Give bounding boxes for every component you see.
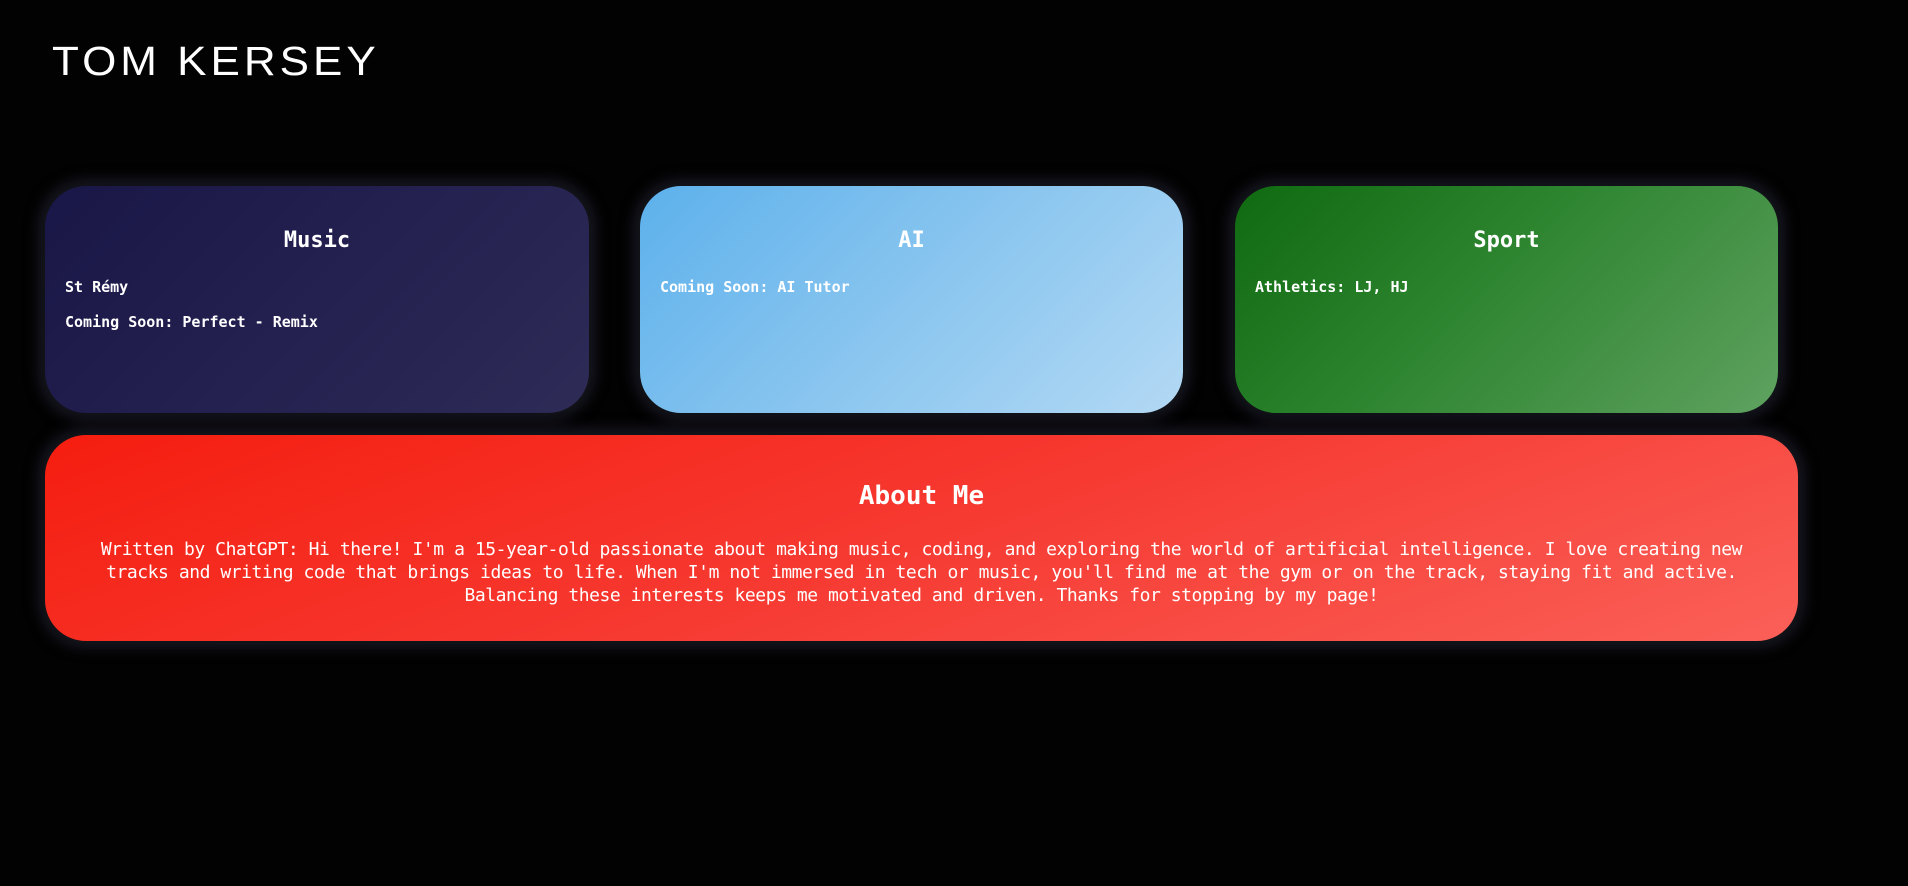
about-title: About Me <box>858 481 985 511</box>
about-card: About Me Written by ChatGPT: Hi there! I… <box>42 432 1801 644</box>
music-card-title: Music <box>283 228 351 253</box>
ai-card-list: Coming Soon: AI Tutor <box>660 278 850 313</box>
page: TOM KERSEY Music St Rémy Coming Soon: Pe… <box>0 0 1908 886</box>
music-item-perfect-remix: Coming Soon: Perfect - Remix <box>65 313 318 331</box>
sport-item-athletics: Athletics: LJ, HJ <box>1255 278 1409 296</box>
logo-text: TOM KERSEY <box>52 39 380 85</box>
music-card-list: St Rémy Coming Soon: Perfect - Remix <box>65 278 318 348</box>
music-card: Music St Rémy Coming Soon: Perfect - Rem… <box>42 183 592 416</box>
sport-card-title: Sport <box>1473 228 1540 253</box>
sport-card-list: Athletics: LJ, HJ <box>1255 278 1409 313</box>
about-body: Written by ChatGPT: Hi there! I'm a 15-y… <box>100 539 1743 606</box>
sport-card: Sport Athletics: LJ, HJ <box>1232 183 1781 416</box>
site-logo[interactable]: TOM KERSEY <box>52 39 380 85</box>
ai-item-ai-tutor: Coming Soon: AI Tutor <box>660 278 850 296</box>
ai-card: AI Coming Soon: AI Tutor <box>637 183 1186 416</box>
music-item-st-remy[interactable]: St Rémy <box>65 278 318 313</box>
ai-card-title: AI <box>898 228 925 253</box>
